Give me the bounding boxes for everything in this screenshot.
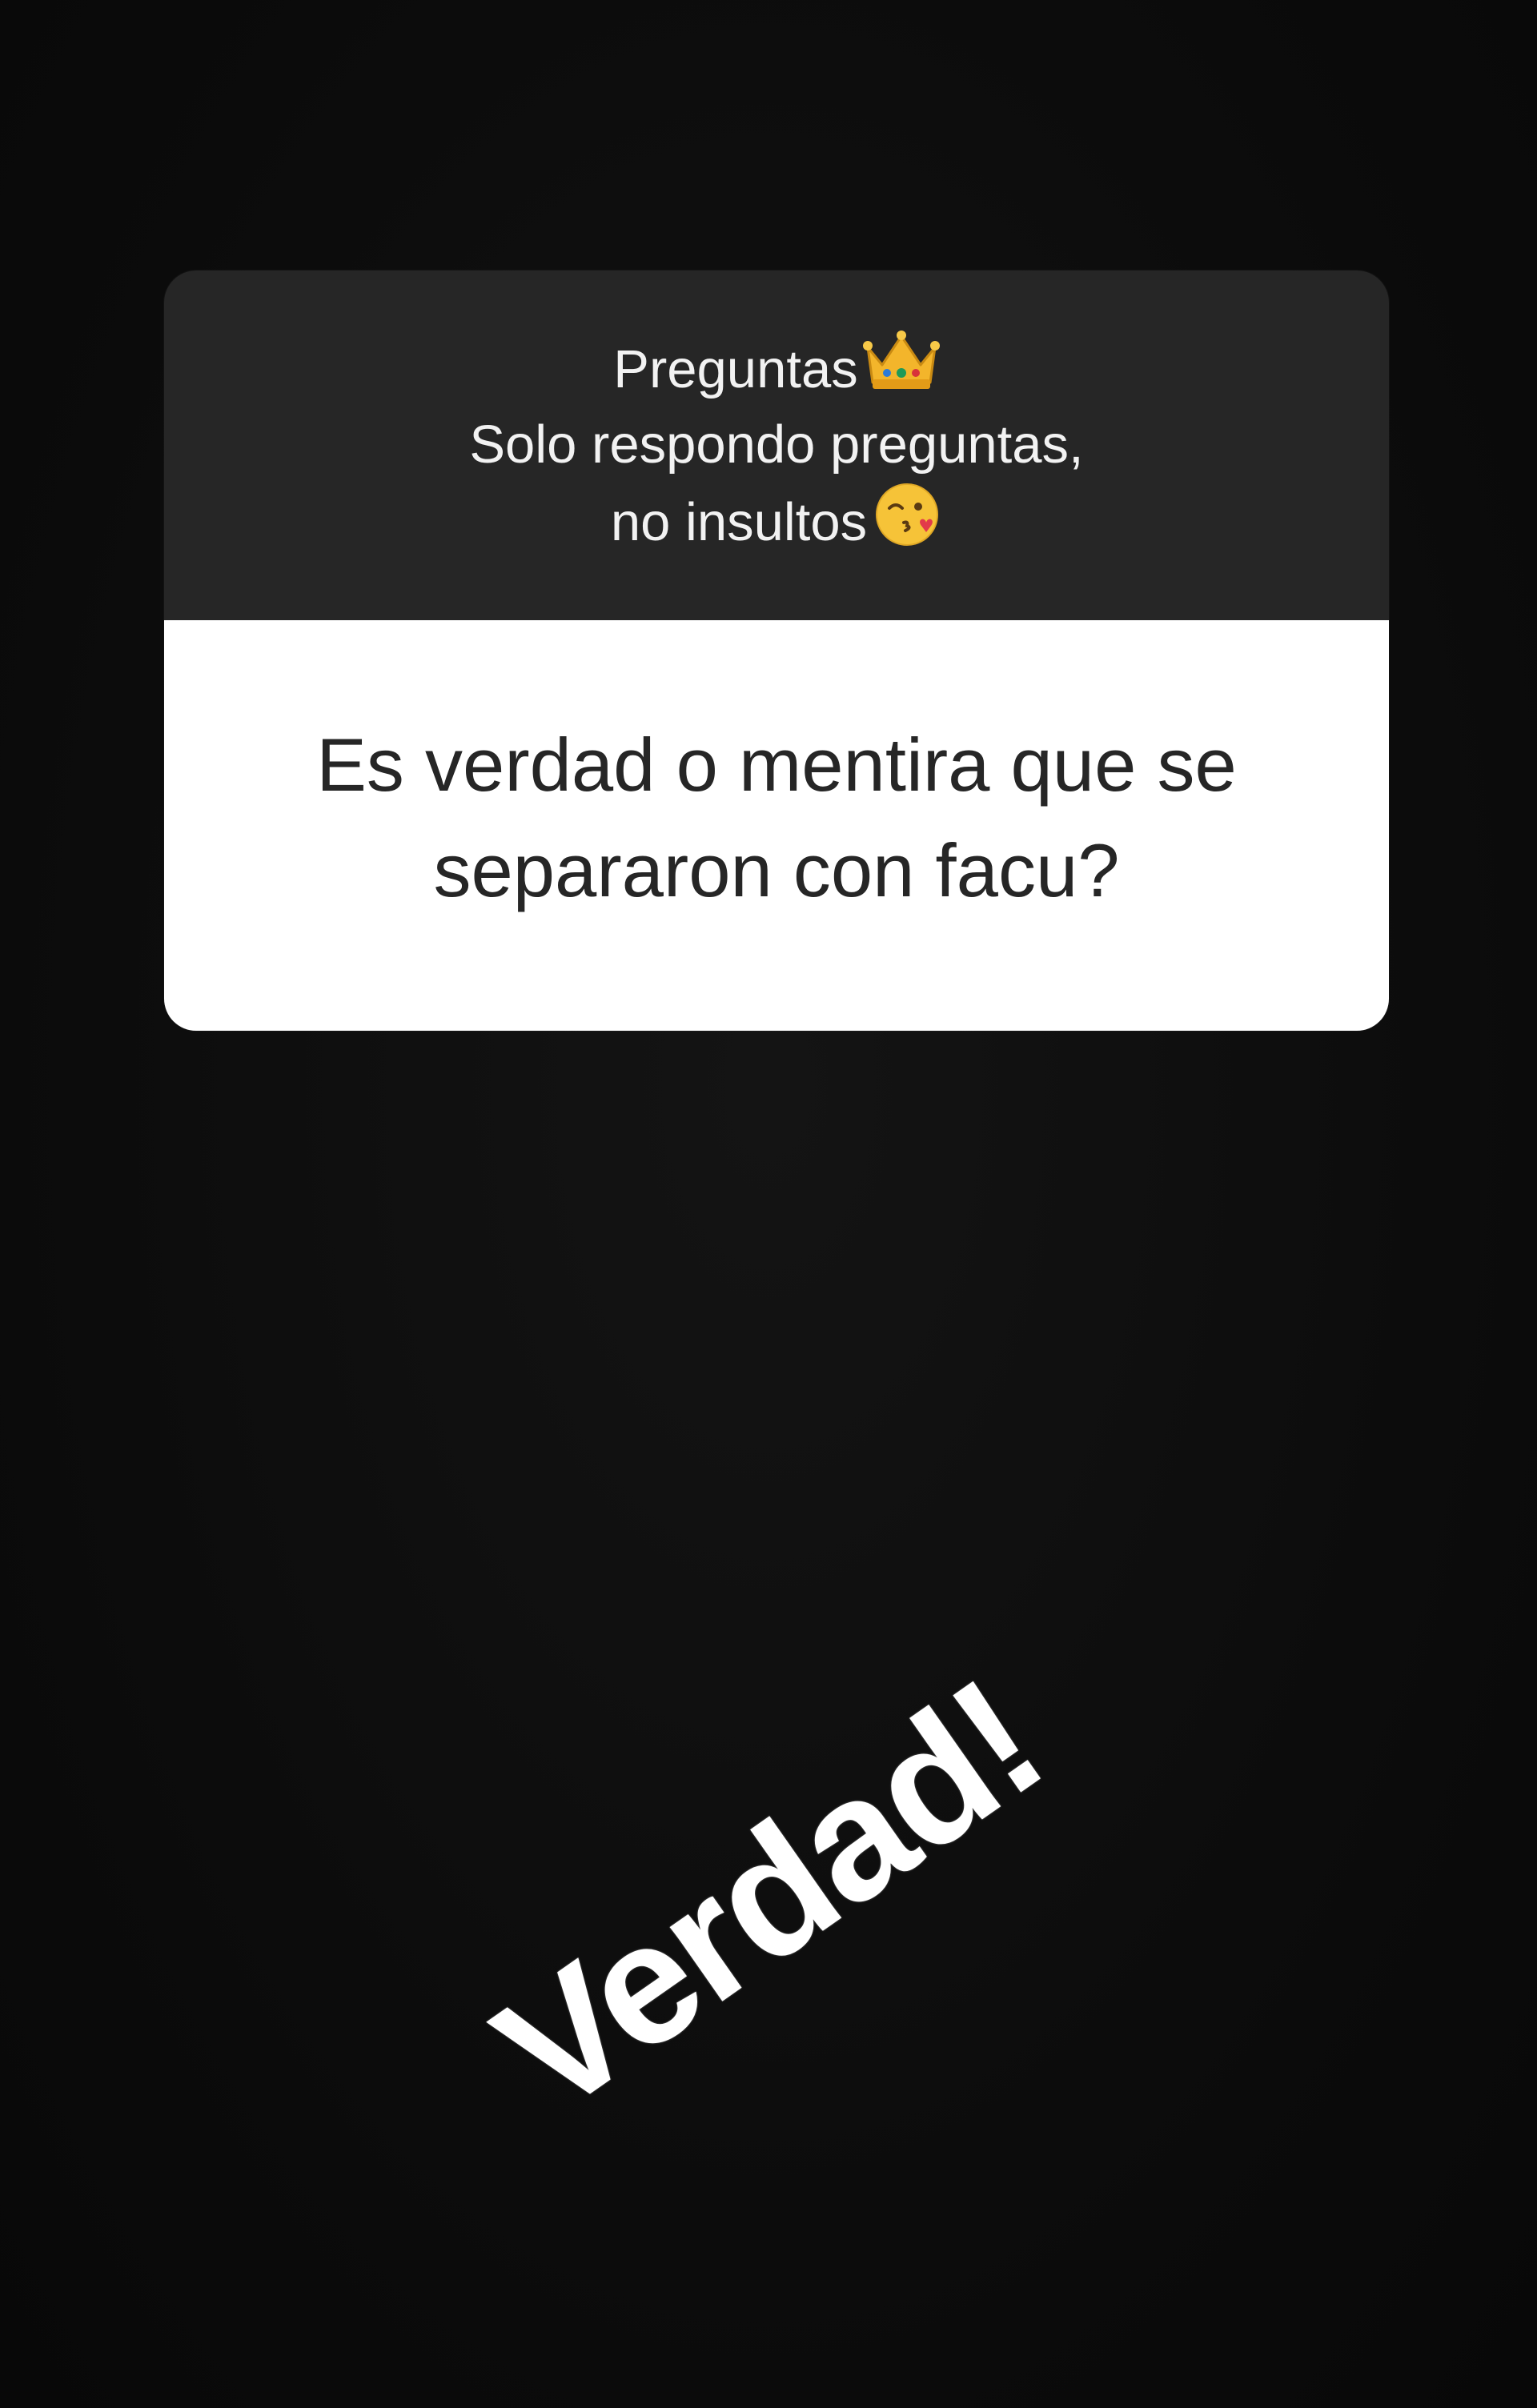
header-subtitle-line-1: Solo respondo preguntas,: [469, 411, 1083, 479]
question-sticker-header: Preguntas Solo respondo preguntas, no in…: [164, 270, 1389, 620]
header-subtitle-2: no insultos: [610, 492, 868, 552]
header-title-line: Preguntas: [613, 330, 940, 411]
header-subtitle-line-2: no insultos: [611, 479, 942, 567]
question-text-line-1: Es verdad o mentira que se: [316, 722, 1237, 807]
story-canvas: Preguntas Solo respondo preguntas, no in…: [0, 0, 1537, 2408]
question-text-line-2: separaron con facu?: [433, 827, 1120, 912]
question-sticker-body: Es verdad o mentira que se separaron con…: [164, 620, 1389, 1031]
answer-text[interactable]: Verdad!: [462, 1641, 1074, 2152]
kissing-face-emoji-icon: [872, 479, 942, 567]
question-sticker[interactable]: Preguntas Solo respondo preguntas, no in…: [164, 270, 1389, 1031]
crown-emoji-icon: [862, 330, 940, 411]
header-subtitle-1: Solo respondo preguntas,: [469, 414, 1084, 475]
header-title: Preguntas: [613, 339, 858, 399]
